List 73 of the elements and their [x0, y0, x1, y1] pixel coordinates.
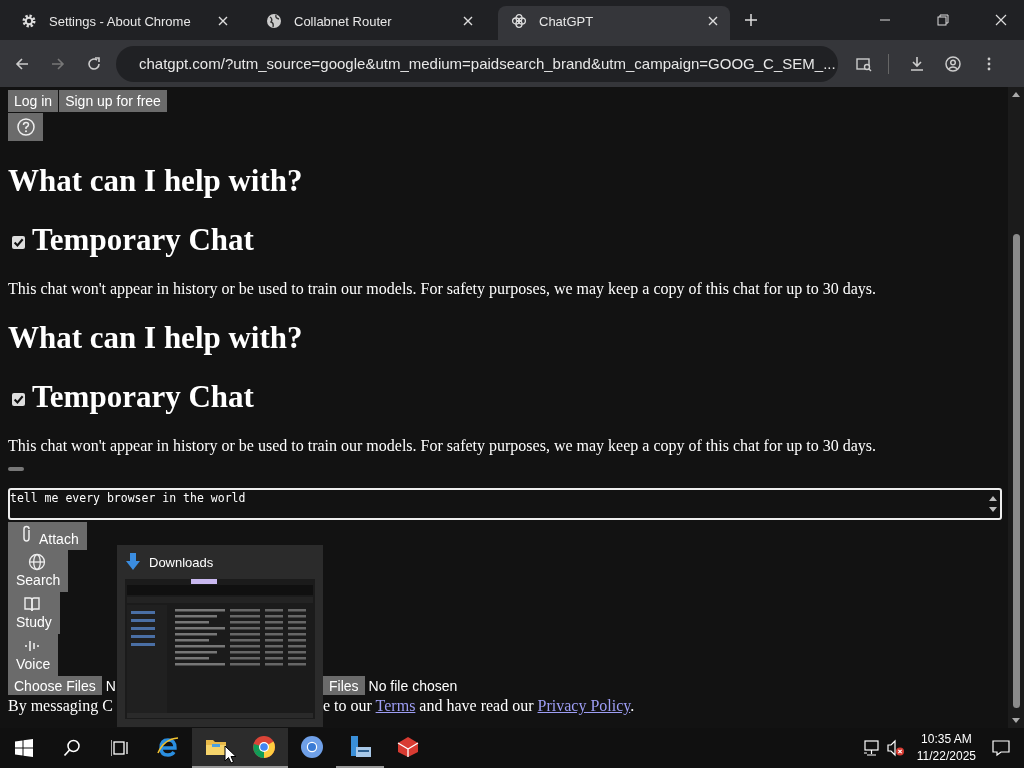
tool-button[interactable]: Attach [8, 522, 87, 550]
search-page-icon[interactable] [856, 55, 872, 72]
file-status: No file chosen [368, 677, 458, 694]
scroll-up-icon[interactable] [1011, 91, 1021, 97]
legal-text: e to our Terms and have read our Privacy Policy. [323, 697, 635, 715]
profile-icon[interactable] [945, 55, 961, 72]
clock-time[interactable]: 10:35 AM [921, 731, 972, 748]
tab-title: ChatGPT [539, 13, 595, 29]
network-icon[interactable] [862, 739, 881, 757]
e-logo-icon [156, 735, 180, 759]
notice-text: This chat won't appear in history or be used to train our models. For safety purposes, we may keep a copy of this chat for up to 30 days. [8, 437, 876, 455]
server-icon [348, 735, 372, 759]
tool-button[interactable]: Voice [8, 634, 59, 676]
windows-start-icon[interactable] [15, 739, 33, 757]
notice-text: This chat won't appear in history or be used to train our models. For safety purposes, we may keep a copy of this chat for up to 30 days. [8, 280, 876, 298]
globe-icon [266, 13, 282, 29]
checkbox[interactable] [12, 235, 25, 249]
checkbox-label: Temporary Chat [32, 221, 254, 259]
header-button[interactable]: Sign up for free [59, 90, 167, 112]
scroll-down-icon[interactable] [1011, 718, 1021, 724]
tool-button[interactable]: Study [8, 592, 60, 634]
muted-speaker-icon[interactable] [886, 739, 905, 757]
mouse-cursor-icon [224, 745, 236, 764]
reload-icon[interactable] [86, 55, 102, 72]
restore-icon[interactable] [937, 14, 949, 26]
close-icon[interactable] [218, 16, 228, 26]
heading: What can I help with? [8, 162, 303, 200]
taskbar-app[interactable] [240, 728, 288, 768]
header-button[interactable]: Log in [8, 90, 59, 112]
book-icon [23, 595, 42, 613]
download-arrow-icon [125, 553, 141, 571]
preview-title: Downloads [149, 554, 214, 570]
url-text: chatgpt.com/?utm_source=google&utm_medium=paidsearch_brand&utm_campaign=GOOG_C_SEM_... [139, 55, 836, 72]
forward-icon[interactable] [50, 55, 66, 72]
new-tab-icon[interactable] [745, 14, 757, 26]
tab-title: Settings - About Chrome [49, 13, 192, 29]
browser-tab[interactable]: ChatGPT [498, 6, 730, 40]
grip-handle[interactable] [8, 467, 24, 471]
window-preview[interactable]: Downloads [117, 545, 323, 727]
clock-date[interactable]: 11/22/2025 [916, 748, 976, 765]
address-bar[interactable]: chatgpt.com/?utm_source=google&utm_medium=paidsearch_brand&utm_campaign=GOOG_C_SEM_... [116, 45, 838, 82]
help-button[interactable] [8, 113, 43, 141]
legal-link[interactable]: Privacy Policy [537, 697, 631, 714]
close-icon[interactable] [995, 14, 1007, 26]
legal-link[interactable]: Terms [375, 697, 416, 714]
heading: What can I help with? [8, 319, 303, 357]
choose-files-button[interactable]: Choose Files [8, 676, 102, 695]
scrollbar[interactable] [1008, 87, 1024, 728]
search-icon[interactable] [63, 739, 81, 757]
chrome-logo-icon [252, 735, 276, 759]
question-icon [16, 118, 35, 136]
tab-title: Collabnet Router [294, 13, 393, 29]
download-icon[interactable] [909, 55, 925, 72]
file-status: N [105, 677, 116, 694]
taskbar-app[interactable] [192, 728, 240, 768]
legal-text: By messaging C [8, 697, 113, 715]
gear-icon [21, 13, 37, 29]
knot-icon [511, 13, 527, 29]
cube-icon [396, 735, 420, 759]
checkbox[interactable] [12, 392, 25, 406]
tool-button[interactable]: Search [8, 550, 69, 592]
browser-tab[interactable]: Collabnet Router [253, 6, 485, 40]
task-view-icon[interactable] [111, 739, 129, 757]
back-icon[interactable] [14, 55, 30, 72]
notification-icon[interactable] [992, 739, 1010, 757]
circle-logo-icon [300, 735, 324, 759]
close-icon[interactable] [463, 16, 473, 26]
globe-icon [27, 553, 46, 571]
choose-files-button[interactable]: Files [323, 676, 365, 695]
checkbox-label: Temporary Chat [32, 378, 254, 416]
prompt-field[interactable]: tell me every browser in the world [8, 488, 1002, 520]
browser-tab[interactable]: Settings - About Chrome [8, 6, 240, 40]
close-icon[interactable] [708, 16, 718, 26]
